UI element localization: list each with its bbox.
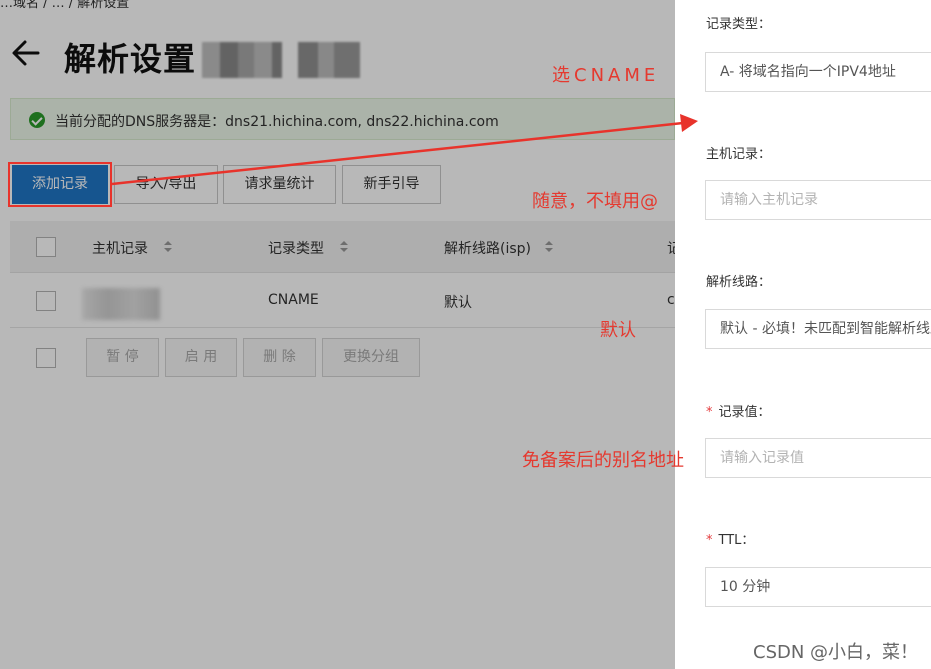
- modal-overlay[interactable]: [0, 0, 675, 669]
- annotation-value-hint: 免备案后的别名地址: [522, 450, 684, 471]
- record-value-label-text: 记录值：: [718, 405, 771, 420]
- record-value-label: * 记录值：: [706, 401, 771, 420]
- line-select[interactable]: 默认 - 必填！未匹配到智能解析线路时: [705, 309, 931, 349]
- add-record-drawer: 记录类型： A- 将域名指向一个IPV4地址 主机记录： 请输入主机记录 解析线…: [675, 0, 931, 669]
- ttl-select[interactable]: 10 分钟: [705, 567, 931, 607]
- watermark: CSDN @小白，菜！: [753, 642, 919, 663]
- ttl-label-text: TTL：: [718, 533, 755, 548]
- annotation-line-hint: 默认: [600, 320, 636, 341]
- annotation-choose-cname: 选CNAME: [552, 65, 660, 86]
- record-type-label: 记录类型：: [706, 17, 772, 32]
- host-input[interactable]: 请输入主机记录: [705, 180, 931, 220]
- line-label: 解析线路：: [706, 275, 772, 290]
- highlight-box: [8, 162, 112, 207]
- record-value-input[interactable]: 请输入记录值: [705, 438, 931, 478]
- required-mark: *: [706, 533, 713, 548]
- record-type-select[interactable]: A- 将域名指向一个IPV4地址: [705, 52, 931, 92]
- ttl-label: * TTL：: [706, 529, 754, 548]
- host-label: 主机记录：: [706, 147, 772, 162]
- annotation-host-hint: 随意，不填用@: [532, 191, 658, 212]
- required-mark: *: [706, 405, 713, 420]
